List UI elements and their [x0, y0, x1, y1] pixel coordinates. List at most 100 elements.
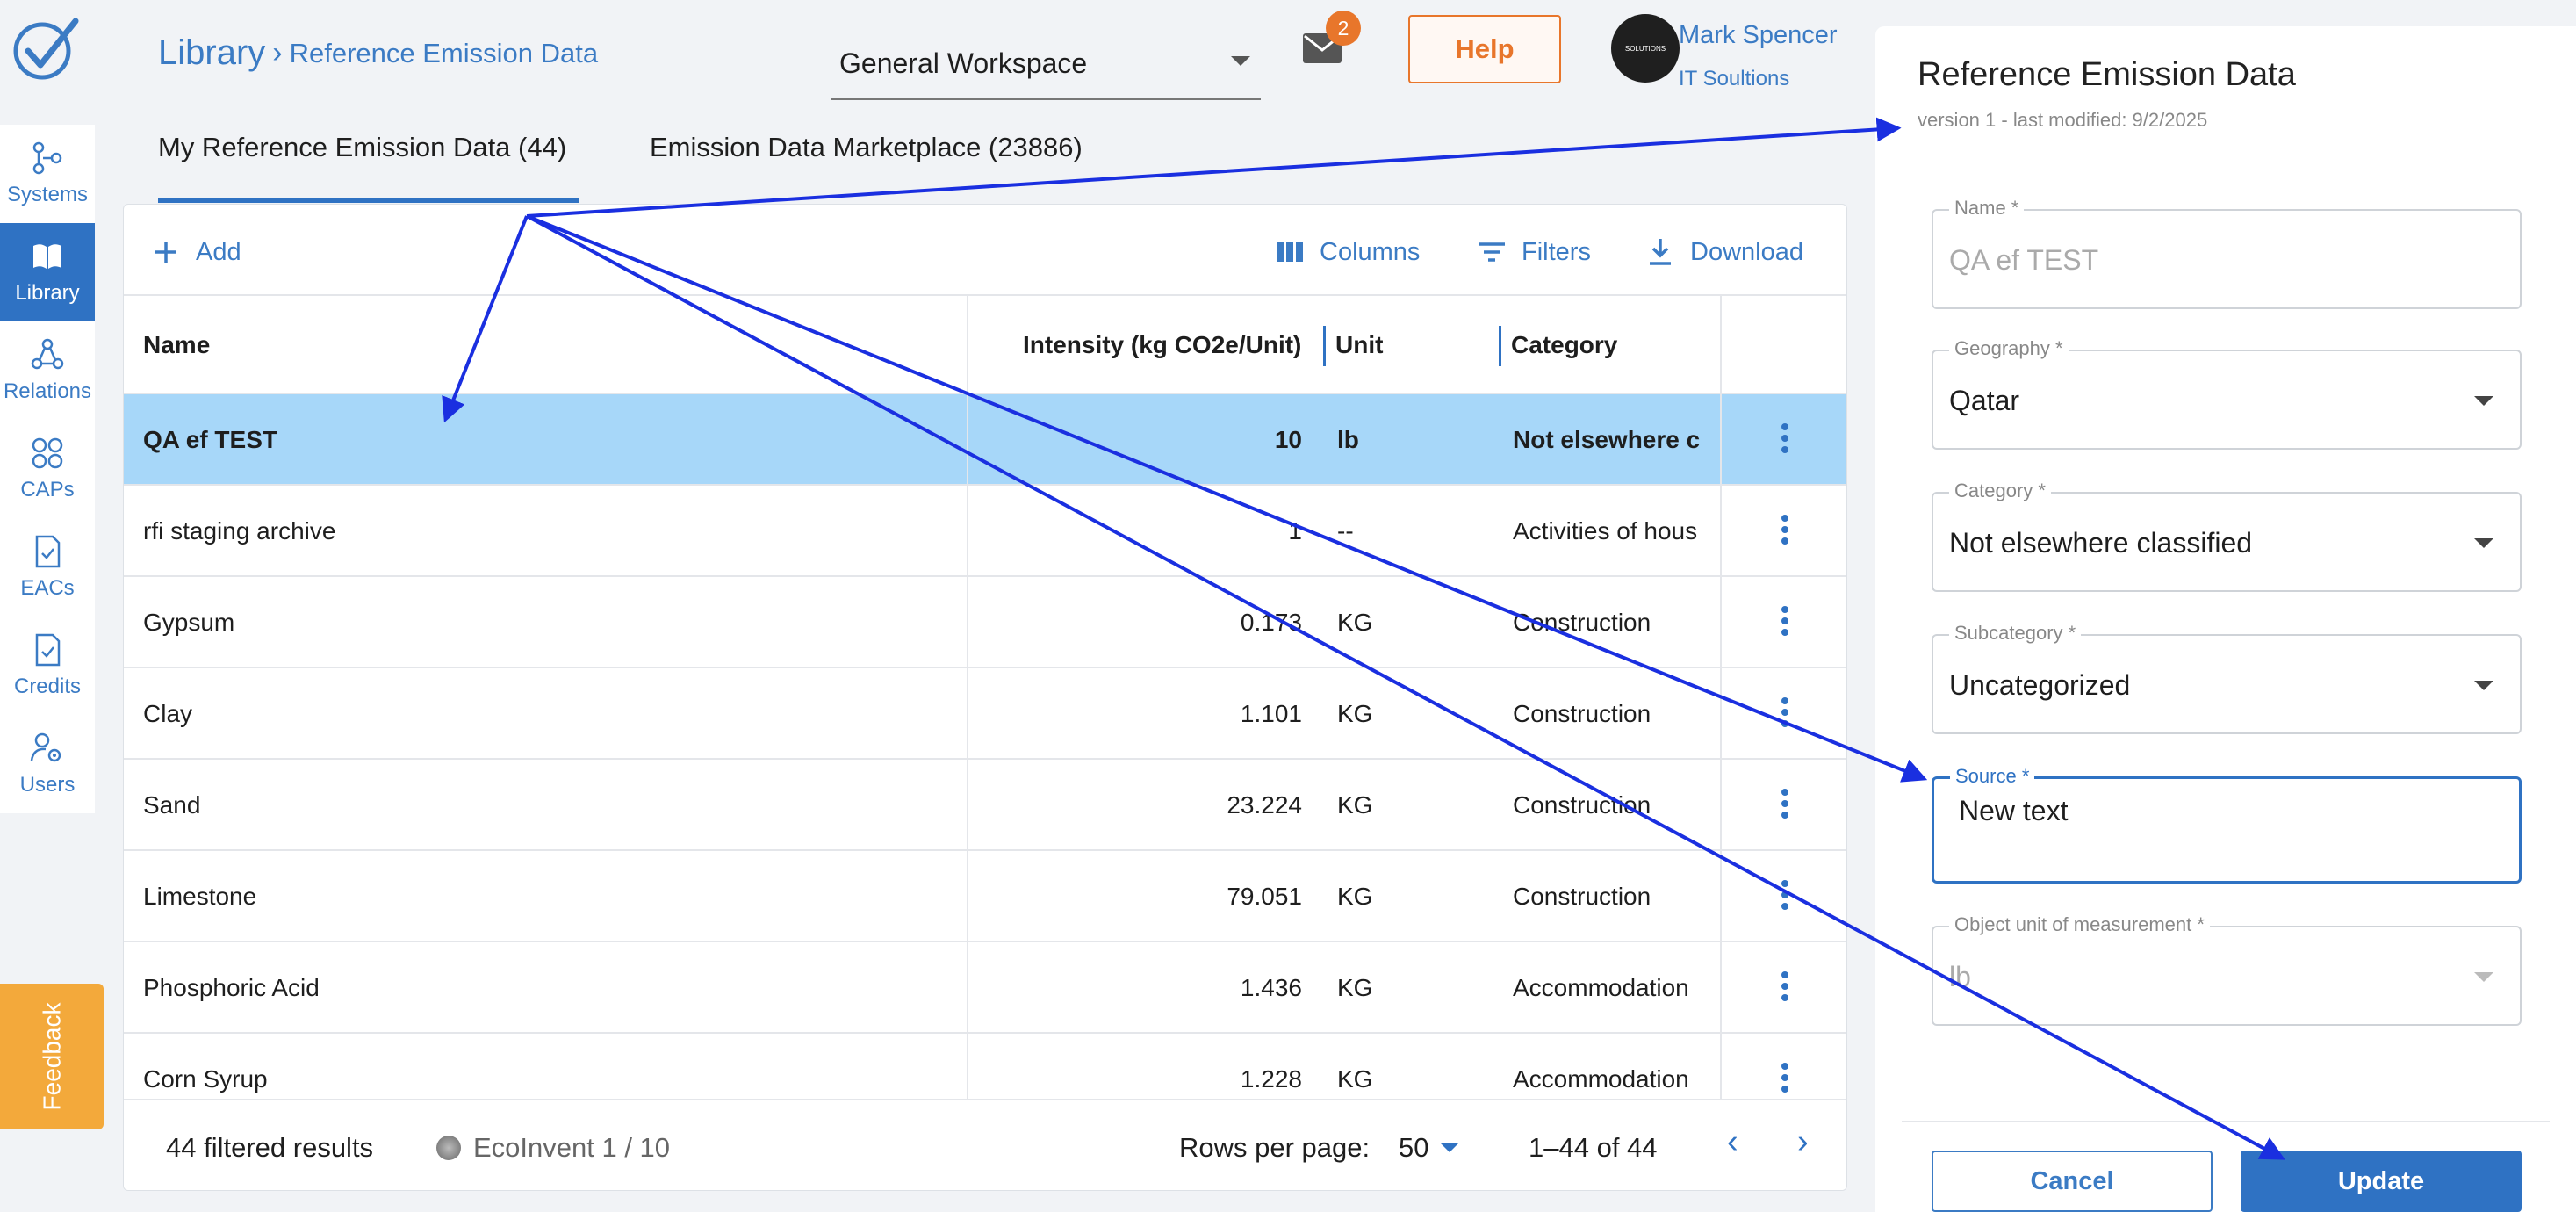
tab-emission-data-marketplace[interactable]: Emission Data Marketplace (23886): [650, 132, 1083, 163]
table-row[interactable]: rfi staging archive 1 -- Activities of h…: [124, 486, 1846, 577]
chevron-down-icon: [2474, 538, 2493, 548]
column-resize-handle[interactable]: [1499, 326, 1501, 366]
feedback-button[interactable]: Feedback: [0, 984, 104, 1129]
name-field[interactable]: Name * QA ef TEST: [1932, 197, 2522, 309]
filters-button[interactable]: Filters: [1476, 236, 1591, 268]
cell-unit: KG: [1337, 609, 1373, 636]
cell-unit: KG: [1337, 700, 1373, 727]
chevron-down-icon: [1231, 56, 1250, 66]
panel-subtitle: version 1 - last modified: 9/2/2025: [1918, 109, 2208, 131]
document-check-icon: [35, 633, 61, 667]
column-divider: [967, 296, 968, 1100]
add-button[interactable]: Add: [150, 236, 241, 268]
next-page-icon[interactable]: ›: [1797, 1123, 1809, 1161]
previous-page-icon[interactable]: ‹: [1727, 1123, 1738, 1161]
table-header: Name Intensity (kg CO2e/Unit) Unit Categ…: [124, 296, 1846, 394]
table-row[interactable]: Limestone 79.051 KG Construction: [124, 851, 1846, 942]
cell-name: QA ef TEST: [143, 426, 277, 453]
plus-icon: [155, 242, 176, 263]
table-row[interactable]: QA ef TEST 10 lb Not elsewhere c: [124, 394, 1846, 486]
download-label: Download: [1690, 237, 1803, 266]
document-check-icon: [35, 535, 61, 568]
row-menu-icon[interactable]: [1780, 421, 1790, 459]
cell-name: Corn Syrup: [143, 1065, 268, 1093]
nav-item-caps[interactable]: CAPs: [0, 420, 95, 518]
chevron-right-icon: ›: [272, 36, 283, 69]
nav-item-credits[interactable]: Credits: [0, 617, 95, 715]
nav-item-library[interactable]: Library: [0, 223, 95, 321]
nav-item-systems[interactable]: Systems: [0, 125, 95, 223]
breadcrumb-current: Reference Emission Data: [289, 37, 599, 69]
cancel-button[interactable]: Cancel: [1932, 1151, 2213, 1212]
table-row[interactable]: Clay 1.101 KG Construction: [124, 668, 1846, 760]
active-tab-indicator: [158, 198, 579, 203]
category-select[interactable]: Category * Not elsewhere classified: [1932, 480, 2522, 592]
user-name[interactable]: Mark Spencer: [1679, 21, 1838, 50]
column-header-category[interactable]: Category: [1511, 331, 1617, 359]
tab-my-reference-emission-data[interactable]: My Reference Emission Data (44): [158, 132, 566, 163]
user-org: IT Soultions: [1679, 67, 1790, 90]
data-source: EcoInvent 1 / 10: [436, 1132, 670, 1164]
column-header-unit[interactable]: Unit: [1335, 331, 1383, 359]
update-button[interactable]: Update: [2241, 1151, 2522, 1212]
row-menu-icon[interactable]: [1780, 603, 1790, 642]
row-menu-icon[interactable]: [1780, 1060, 1790, 1099]
download-button[interactable]: Download: [1644, 236, 1803, 268]
breadcrumb: Library › Reference Emission Data: [158, 33, 598, 73]
column-resize-handle[interactable]: [1323, 326, 1326, 366]
row-menu-icon[interactable]: [1780, 969, 1790, 1007]
cell-unit: KG: [1337, 974, 1373, 1001]
source-value: New text: [1959, 795, 2069, 826]
nav-item-users[interactable]: Users: [0, 715, 95, 813]
pagination-range: 1–44 of 44: [1529, 1132, 1658, 1163]
source-label: Source *: [1950, 765, 2035, 788]
name-value: QA ef TEST: [1949, 244, 2099, 276]
add-label: Add: [196, 237, 241, 266]
side-nav: Systems Library Relations CAPs EACs Cred…: [0, 125, 95, 813]
cell-unit: KG: [1337, 1065, 1373, 1093]
nav-label-eacs: EACs: [20, 576, 75, 600]
cell-unit: --: [1337, 517, 1354, 545]
avatar[interactable]: SOLUTIONS: [1611, 14, 1680, 83]
unit-of-measurement-select[interactable]: Object unit of measurement * lb: [1932, 913, 2522, 1026]
app-logo-icon[interactable]: [11, 16, 81, 83]
columns-button[interactable]: Columns: [1274, 236, 1420, 268]
cell-name: rfi staging archive: [143, 517, 336, 545]
filters-label: Filters: [1522, 237, 1591, 266]
workspace-select[interactable]: General Workspace: [831, 28, 1261, 100]
sidebar: Systems Library Relations CAPs EACs Cred…: [0, 0, 104, 1212]
relations-icon: [31, 338, 64, 370]
nav-item-relations[interactable]: Relations: [0, 321, 95, 420]
users-gear-icon: [30, 732, 61, 762]
results-count: 44 filtered results: [166, 1132, 374, 1163]
column-header-name[interactable]: Name: [143, 331, 210, 359]
cell-category: Construction: [1513, 700, 1651, 727]
column-header-intensity[interactable]: Intensity (kg CO2e/Unit): [1023, 331, 1301, 359]
row-menu-icon[interactable]: [1780, 877, 1790, 916]
download-icon: [1650, 239, 1671, 265]
cell-category: Activities of hous: [1513, 517, 1698, 545]
systems-icon: [32, 141, 62, 175]
subcategory-select[interactable]: Subcategory * Uncategorized: [1932, 622, 2522, 734]
cell-category: Construction: [1513, 883, 1651, 910]
cell-unit: KG: [1337, 883, 1373, 910]
globe-icon: [436, 1136, 461, 1160]
row-menu-icon[interactable]: [1780, 695, 1790, 733]
nav-label-credits: Credits: [13, 675, 82, 698]
table-row[interactable]: Sand 23.224 KG Construction: [124, 760, 1846, 851]
unit-value: lb: [1949, 961, 1971, 992]
cell-name: Limestone: [143, 883, 257, 910]
nav-item-eacs[interactable]: EACs: [0, 518, 95, 617]
rows-per-page-select[interactable]: 50: [1399, 1132, 1459, 1164]
nav-label-relations: Relations: [3, 379, 92, 403]
help-button[interactable]: Help: [1408, 15, 1561, 83]
breadcrumb-root[interactable]: Library: [158, 33, 265, 73]
geography-select[interactable]: Geography * Qatar: [1932, 337, 2522, 450]
table-row[interactable]: Gypsum 0.173 KG Construction: [124, 577, 1846, 668]
cell-name: Sand: [143, 791, 201, 819]
table-row[interactable]: Phosphoric Acid 1.436 KG Accommodation: [124, 942, 1846, 1034]
row-menu-icon[interactable]: [1780, 512, 1790, 551]
source-input[interactable]: Source * New text: [1932, 765, 2522, 884]
row-menu-icon[interactable]: [1780, 786, 1790, 825]
cell-unit: lb: [1337, 426, 1359, 453]
